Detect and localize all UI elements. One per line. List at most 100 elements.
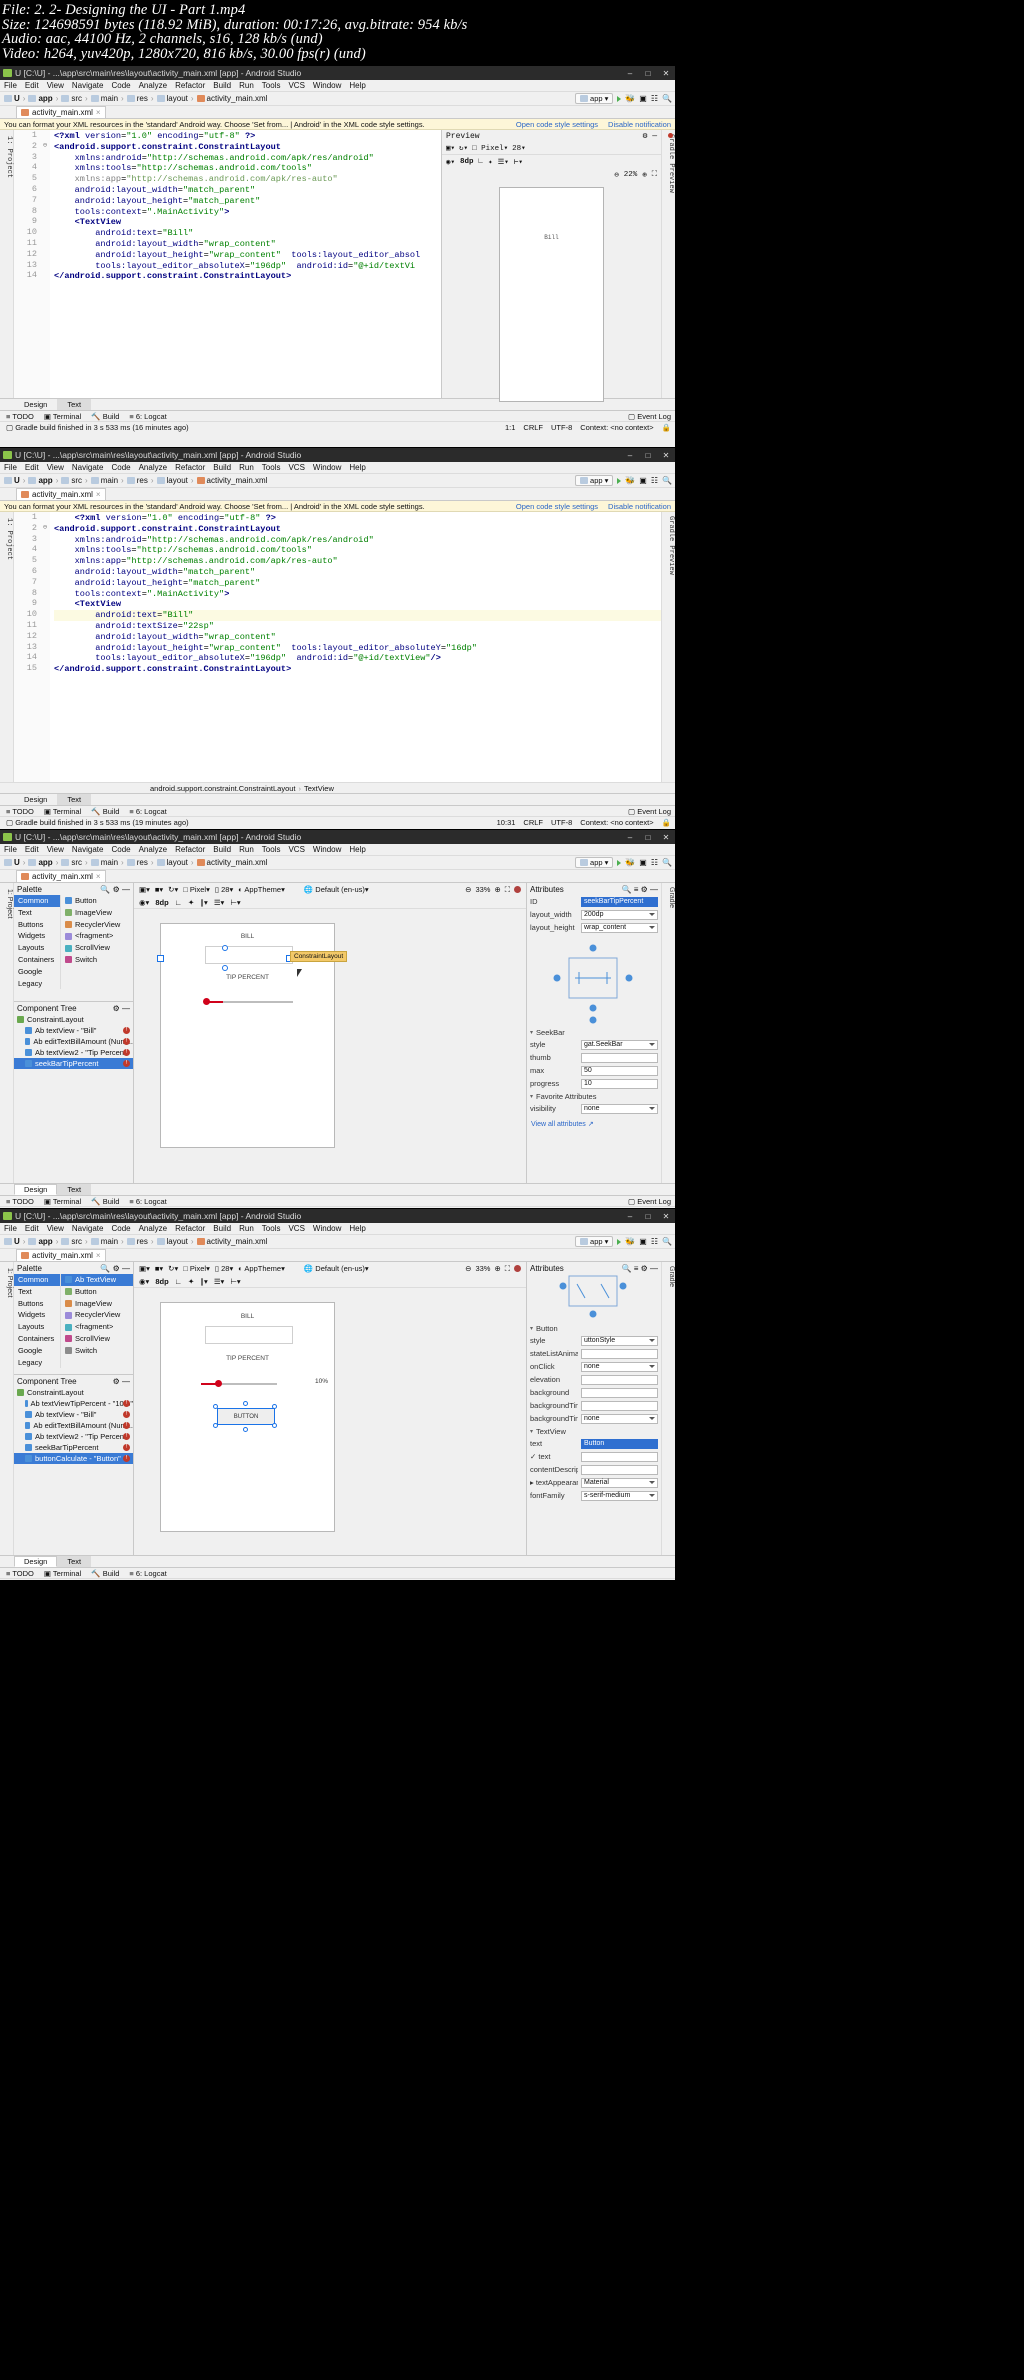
device-selector[interactable]: □ Pixel▾	[472, 143, 508, 153]
palette-group-containers[interactable]: Containers	[14, 954, 60, 966]
warning-icon[interactable]: !	[123, 1455, 130, 1463]
palette-group-text[interactable]: Text	[14, 907, 60, 919]
pan-icon[interactable]: ◉▾	[139, 898, 149, 907]
build-tool[interactable]: 🔨 Build	[91, 807, 119, 816]
attribute-row[interactable]: elevation	[527, 1373, 661, 1386]
chevron-down-icon[interactable]	[649, 1481, 655, 1484]
right-toolwindow-strip-1[interactable]: Gradle Preview	[661, 130, 675, 398]
attribute-row[interactable]: backgroundTint	[527, 1399, 661, 1412]
avd-icon[interactable]: ▣	[639, 94, 647, 103]
breadcrumb-res[interactable]: res ›	[126, 476, 155, 485]
align-icon[interactable]: ☰▾	[498, 157, 509, 167]
chevron-down-icon[interactable]	[649, 913, 655, 916]
breadcrumb-app[interactable]: app ›	[28, 1237, 59, 1246]
attribute-field[interactable]: none	[581, 1361, 658, 1372]
chevron-down-icon[interactable]	[649, 1494, 655, 1497]
baseline-icon[interactable]: ⊢▾	[230, 898, 240, 907]
menu-code[interactable]: Code	[111, 463, 130, 472]
left-toolwindow-strip-4[interactable]: 1: Project	[0, 1262, 14, 1555]
pan-icon[interactable]: ◉▾	[139, 1277, 149, 1286]
breadcrumb-file[interactable]: activity_main.xml	[196, 476, 267, 485]
palette-groups-4[interactable]: Common Text Buttons Widgets Layouts Container…	[14, 1274, 60, 1368]
breadcrumb-file[interactable]: activity_main.xml	[196, 858, 267, 867]
preview-device-frame-1[interactable]: Bill	[499, 187, 604, 402]
api-selector[interactable]: ▯ 28▾	[215, 1264, 233, 1273]
terminal-tool[interactable]: ▣ Terminal	[44, 1197, 81, 1206]
attribute-field[interactable]: none	[581, 1103, 658, 1114]
attribute-field[interactable]	[581, 1348, 658, 1359]
code-line[interactable]: xmlns:tools="http://schemas.android.com/…	[54, 163, 441, 174]
todo-tool[interactable]: ≡ TODO	[6, 1569, 34, 1578]
menu-run[interactable]: Run	[239, 845, 254, 854]
palette-item[interactable]: Button	[61, 1286, 133, 1298]
attribute-field[interactable]: none	[581, 1413, 658, 1424]
right-toolwindow-strip-2[interactable]: Gradle Preview	[661, 512, 675, 782]
run-button[interactable]	[617, 859, 622, 866]
breadcrumb-u[interactable]: U ›	[4, 94, 26, 103]
tab-activity-main-xml[interactable]: activity_main.xml ×	[16, 106, 106, 118]
code-line[interactable]: <?xml version="1.0" encoding="utf-8" ?>	[54, 131, 441, 142]
canvas-seekbar-thumb[interactable]	[215, 1380, 222, 1387]
breadcrumb-layout[interactable]: layout ›	[156, 94, 195, 103]
code-line[interactable]: android:layout_width="match_parent"	[54, 567, 661, 578]
menu-build[interactable]: Build	[213, 1224, 231, 1233]
menubar-3[interactable]: File Edit View Navigate Code Analyze Ref…	[0, 844, 675, 856]
left-toolwindow-strip[interactable]: 1: Project	[0, 130, 14, 398]
attribute-field[interactable]: s-serif-medium	[581, 1490, 658, 1501]
attribute-value[interactable]: Material	[584, 1479, 609, 1486]
zoom-out-icon[interactable]: ⊖	[614, 170, 619, 180]
bottom-toolbar-2[interactable]: ≡ TODO ▣ Terminal 🔨 Build ≡ 6: Logcat ▢ …	[0, 805, 675, 816]
design-text-tabs-3[interactable]: Design Text	[0, 1183, 675, 1195]
menu-navigate[interactable]: Navigate	[72, 463, 104, 472]
sdk-icon[interactable]: ☷	[651, 476, 658, 485]
menu-window[interactable]: Window	[313, 1224, 341, 1233]
menu-run[interactable]: Run	[239, 81, 254, 90]
chevron-down-icon[interactable]	[649, 1043, 655, 1046]
canvas-toolbar-3[interactable]: ▣▾ ■▾ ↻▾ □ Pixel▾ ▯ 28▾ ◐ AppTheme▾ 🌐 De…	[134, 883, 526, 896]
breadcrumb-layout[interactable]: layout ›	[156, 476, 195, 485]
code-line[interactable]: android:text="Bill"	[54, 228, 441, 239]
selection-handle-bottom[interactable]	[243, 1427, 248, 1432]
component-tree-row[interactable]: ConstraintLayout	[14, 1014, 133, 1025]
code-line[interactable]: <android.support.constraint.ConstraintLa…	[54, 524, 661, 535]
fold-column-1[interactable]: ⊖	[40, 130, 50, 398]
component-tree-row[interactable]: Ab editTextBillAmount (Num...!	[14, 1036, 133, 1047]
palette-group-buttons[interactable]: Buttons	[14, 919, 60, 931]
fold-column-2[interactable]: ⊖	[40, 512, 50, 782]
attributes-favorite-rows-3[interactable]: visibility none	[527, 1102, 661, 1115]
code-line[interactable]: <TextView	[54, 217, 441, 228]
menu-help[interactable]: Help	[349, 463, 365, 472]
zoom-out-icon[interactable]: ⊖	[465, 885, 471, 894]
code-line[interactable]: tools:context=".MainActivity">	[54, 207, 441, 218]
breadcrumb-app[interactable]: app ›	[28, 858, 59, 867]
attribute-row[interactable]: ✓ text	[527, 1450, 661, 1463]
canvas-button[interactable]: BUTTON	[217, 1408, 275, 1425]
constraint-widget-3[interactable]	[527, 934, 661, 1026]
breadcrumb-app[interactable]: app ›	[28, 94, 59, 103]
attribute-field[interactable]: 10	[581, 1078, 658, 1089]
context-label[interactable]: Context: <no context>	[580, 1580, 653, 1581]
attribute-value[interactable]: none	[584, 1105, 600, 1112]
palette-item[interactable]: Ab TextView	[61, 1274, 133, 1286]
maximize-button[interactable]: □	[639, 1212, 657, 1221]
section-button-4[interactable]: ▾ Button	[527, 1322, 661, 1334]
menu-build[interactable]: Build	[213, 81, 231, 90]
code-line[interactable]: android:layout_height="match_parent"	[54, 578, 661, 589]
run-config-selector[interactable]: app ▾	[575, 93, 614, 104]
theme-selector[interactable]: ◐ AppTheme▾	[238, 885, 285, 894]
orientation-icon[interactable]: ↻▾	[459, 143, 468, 153]
layout-canvas-4[interactable]: ▣▾ ■▾ ↻▾ □ Pixel▾ ▯ 28▾ ◐ AppTheme▾ 🌐 De…	[134, 1262, 526, 1555]
attribute-field[interactable]	[581, 1451, 658, 1462]
attribute-value[interactable]: 200dp	[584, 911, 603, 918]
menu-analyze[interactable]: Analyze	[139, 1224, 167, 1233]
terminal-tool[interactable]: ▣ Terminal	[44, 412, 81, 421]
locale-selector[interactable]: 🌐 Default (en-us)▾	[304, 885, 369, 894]
menu-edit[interactable]: Edit	[25, 845, 39, 854]
baseline-icon[interactable]: ⊢▾	[230, 1277, 240, 1286]
zoom-out-icon[interactable]: ⊖	[465, 1264, 471, 1273]
menu-tools[interactable]: Tools	[262, 845, 281, 854]
attribute-row[interactable]: stateListAnimator	[527, 1347, 661, 1360]
palette-group-legacy[interactable]: Legacy	[14, 1357, 60, 1369]
zoom-fit-icon[interactable]: ⛶	[505, 1264, 510, 1274]
device-selector[interactable]: □ Pixel▾	[183, 1264, 210, 1273]
